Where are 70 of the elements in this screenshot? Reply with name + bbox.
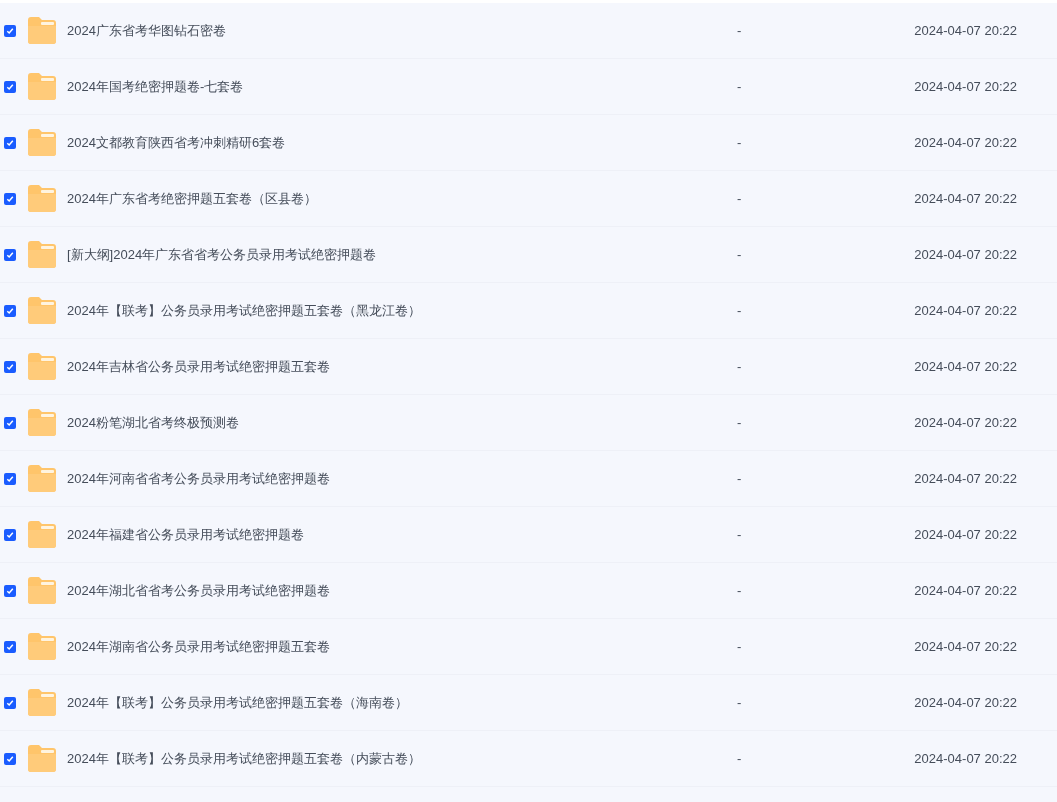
modified-date: 2024-04-07 20:22 (914, 357, 1017, 376)
modified-date: 2024-04-07 20:22 (914, 301, 1017, 320)
folder-icon (28, 17, 56, 44)
checkbox[interactable] (4, 416, 16, 429)
folder-icon (28, 521, 56, 548)
modified-date: 2024-04-07 20:22 (914, 245, 1017, 264)
folder-name[interactable]: 2024年【联考】公务员录用考试绝密押题五套卷（海南卷） (67, 692, 707, 713)
modified-date: 2024-04-07 20:22 (914, 581, 1017, 600)
folder-name[interactable]: 2024年广东省考绝密押题五套卷（区县卷） (67, 188, 707, 209)
size-cell-text: - (737, 21, 743, 40)
size-cell-text: - (737, 189, 743, 208)
checkbox[interactable] (4, 360, 16, 373)
folder-name[interactable]: 2024粉笔湖北省考终极预测卷 (67, 412, 707, 433)
modified-date: 2024-04-07 20:22 (914, 749, 1017, 768)
folder-icon (28, 185, 56, 212)
folder-name[interactable]: 2024年国考绝密押题卷-七套卷 (67, 76, 707, 97)
folder-name[interactable]: [新大纲]2024年广东省省考公务员录用考试绝密押题卷 (67, 244, 707, 265)
checkbox[interactable] (4, 24, 16, 37)
folder-name[interactable]: 2024年福建省公务员录用考试绝密押题卷 (67, 524, 707, 545)
checkbox[interactable] (4, 248, 16, 261)
folder-name[interactable]: 2024广东省考华图钻石密卷 (67, 20, 707, 41)
folder-name[interactable]: 2024年【联考】公务员录用考试绝密押题五套卷（黑龙江卷） (67, 300, 707, 321)
checkbox[interactable] (4, 696, 16, 709)
size-cell-text: - (737, 525, 743, 544)
modified-date: 2024-04-07 20:22 (914, 189, 1017, 208)
size-cell-text: - (737, 693, 743, 712)
folder-name[interactable]: 2024年河南省省考公务员录用考试绝密押题卷 (67, 468, 707, 489)
size-cell-text: - (737, 77, 743, 96)
size-cell-text: - (737, 357, 743, 376)
checkbox[interactable] (4, 472, 16, 485)
folder-icon (28, 689, 56, 716)
size-cell-text: - (737, 637, 743, 656)
folder-name[interactable]: 2024年【联考】公务员录用考试绝密押题五套卷（内蒙古卷） (67, 748, 707, 769)
folder-icon (28, 297, 56, 324)
modified-date: 2024-04-07 20:22 (914, 693, 1017, 712)
modified-date: 2024-04-07 20:22 (914, 469, 1017, 488)
modified-date: 2024-04-07 20:22 (914, 413, 1017, 432)
size-cell-text: - (737, 413, 743, 432)
size-cell-text: - (737, 469, 743, 488)
modified-date: 2024-04-07 20:22 (914, 77, 1017, 96)
checkbox[interactable] (4, 584, 16, 597)
folder-icon (28, 73, 56, 100)
checkbox[interactable] (4, 136, 16, 149)
folder-icon (28, 745, 56, 772)
checkbox[interactable] (4, 80, 16, 93)
folder-name[interactable]: 2024年湖北省省考公务员录用考试绝密押题卷 (67, 580, 707, 601)
checkbox[interactable] (4, 192, 16, 205)
folder-icon (28, 577, 56, 604)
modified-date: 2024-04-07 20:22 (914, 133, 1017, 152)
size-cell-text: - (737, 133, 743, 152)
checkbox[interactable] (4, 528, 16, 541)
size-cell-text: - (737, 581, 743, 600)
folder-name[interactable]: 2024年湖南省公务员录用考试绝密押题五套卷 (67, 636, 707, 657)
checkbox[interactable] (4, 640, 16, 653)
folder-icon (28, 633, 56, 660)
folder-icon (28, 409, 56, 436)
modified-date: 2024-04-07 20:22 (914, 525, 1017, 544)
checkbox[interactable] (4, 304, 16, 317)
modified-date: 2024-04-07 20:22 (914, 21, 1017, 40)
size-cell-text: - (737, 301, 743, 320)
checkbox[interactable] (4, 752, 16, 765)
folder-name[interactable]: 2024文都教育陕西省考冲刺精研6套卷 (67, 132, 707, 153)
size-cell-text: - (737, 245, 743, 264)
folder-icon (28, 129, 56, 156)
folder-icon (28, 465, 56, 492)
folder-name[interactable]: 2024年吉林省公务员录用考试绝密押题五套卷 (67, 356, 707, 377)
size-cell-text: - (737, 749, 743, 768)
folder-icon (28, 353, 56, 380)
folder-icon (28, 241, 56, 268)
modified-date: 2024-04-07 20:22 (914, 637, 1017, 656)
